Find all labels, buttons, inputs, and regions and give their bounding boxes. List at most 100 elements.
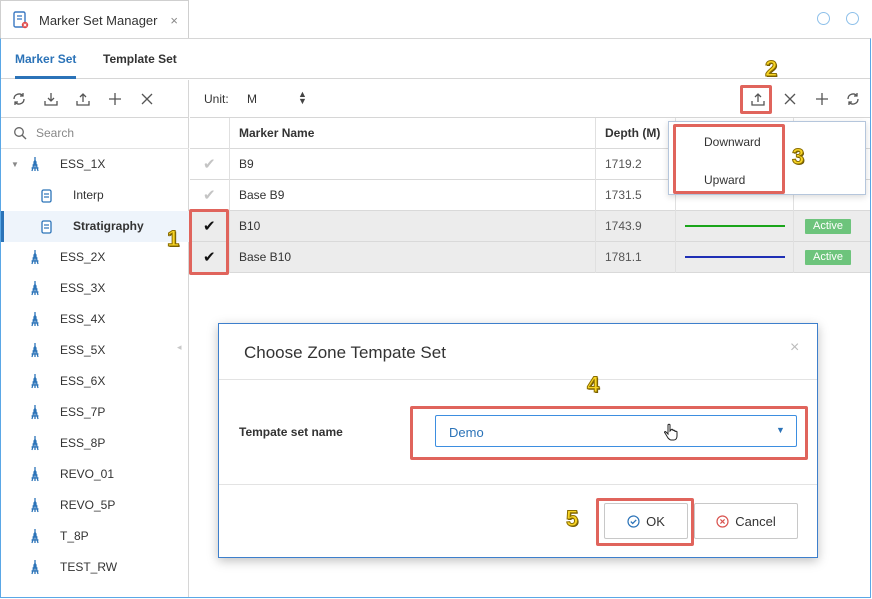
- marker-name-cell: B9: [230, 149, 596, 180]
- left-toolbar: [1, 80, 189, 118]
- tree-item[interactable]: ESS_7P: [1, 397, 189, 428]
- depth-cell: 1743.9: [596, 211, 676, 242]
- tree-item[interactable]: ESS_5X: [1, 335, 189, 366]
- well-icon: [29, 435, 41, 451]
- depth-cell: 1731.5: [596, 180, 676, 211]
- tree-item-label: Interp: [73, 188, 104, 202]
- status-badge: Active: [805, 219, 851, 234]
- depth-cell: 1719.2: [596, 149, 676, 180]
- col-depth-header[interactable]: Depth (M): [596, 118, 676, 149]
- callout-4: 4: [586, 372, 600, 398]
- add-icon[interactable]: [107, 91, 123, 107]
- marker-set-icon: [13, 11, 29, 29]
- collapse-handle-icon[interactable]: ◂: [177, 342, 182, 353]
- well-icon: [29, 466, 41, 482]
- close-tab-icon[interactable]: ×: [170, 13, 178, 28]
- well-icon: [29, 404, 41, 420]
- annotation-box-ok: [596, 498, 694, 546]
- refresh-icon[interactable]: [11, 91, 27, 107]
- tree-item[interactable]: Stratigraphy: [1, 211, 189, 242]
- annotation-box-checkboxes: [189, 209, 229, 275]
- delete-marker-icon[interactable]: [782, 91, 798, 107]
- window-title: Marker Set Manager: [39, 12, 158, 28]
- divider: [219, 379, 817, 380]
- well-tree-pane: Search ▼ ESS_1X Interp Stratigraphy ESS_2X ES…: [1, 80, 189, 597]
- add-marker-icon[interactable]: [814, 91, 830, 107]
- search-icon: [13, 126, 27, 140]
- search-input[interactable]: Search: [36, 126, 74, 140]
- cancel-button[interactable]: Cancel: [694, 503, 798, 539]
- refresh-marker-icon[interactable]: [845, 91, 861, 107]
- well-icon: [29, 373, 41, 389]
- tree-item[interactable]: ESS_8P: [1, 428, 189, 459]
- restore-icon[interactable]: [817, 12, 830, 25]
- col-check-header: [190, 118, 230, 149]
- dialog-close-icon[interactable]: ×: [790, 339, 799, 357]
- tree-item-label: REVO_01: [60, 467, 115, 481]
- tree-item[interactable]: ▼ ESS_1X: [1, 149, 189, 180]
- template-set-label: Tempate set name: [239, 425, 343, 439]
- annotation-box-menu: [673, 124, 785, 194]
- line-color-cell[interactable]: [676, 242, 794, 273]
- tree-item[interactable]: ESS_3X: [1, 273, 189, 304]
- callout-1: 1: [166, 226, 180, 252]
- tree-item-label: TEST_RW: [60, 560, 118, 574]
- tree-item[interactable]: ESS_6X: [1, 366, 189, 397]
- well-icon: [29, 528, 41, 544]
- import-icon[interactable]: [43, 91, 59, 107]
- cancel-x-icon: [716, 514, 729, 528]
- annotation-box-export: [740, 85, 772, 114]
- tree-item-label: ESS_3X: [60, 281, 106, 295]
- tree-item-label: ESS_1X: [60, 157, 106, 171]
- marker-name-cell: B10: [230, 211, 596, 242]
- spinner-icon[interactable]: ▲ ▼: [298, 90, 307, 106]
- cancel-label: Cancel: [735, 513, 776, 529]
- well-icon: [29, 156, 41, 172]
- status-cell: Active: [794, 242, 870, 273]
- table-row[interactable]: ✔ Base B10 1781.1 Active: [190, 242, 870, 273]
- unit-select[interactable]: M: [247, 92, 257, 106]
- status-cell: Active: [794, 211, 870, 242]
- close-window-icon[interactable]: [846, 12, 859, 25]
- marker-name-cell: Base B9: [230, 180, 596, 211]
- well-icon: [29, 559, 41, 575]
- tree-item[interactable]: ESS_2X: [1, 242, 189, 273]
- expand-caret-icon[interactable]: ▼: [11, 149, 19, 180]
- col-name-header[interactable]: Marker Name: [230, 118, 596, 149]
- unit-label: Unit:: [204, 92, 229, 106]
- tree-item-label: Stratigraphy: [73, 219, 144, 233]
- tree-item-label: ESS_8P: [60, 436, 106, 450]
- tree-item[interactable]: Interp: [1, 180, 189, 211]
- delete-icon[interactable]: [139, 91, 155, 107]
- tree-item-label: ESS_5X: [60, 343, 106, 357]
- line-color-swatch: [685, 225, 785, 227]
- search-box[interactable]: Search: [1, 118, 189, 149]
- status-badge: Active: [805, 250, 851, 265]
- tab-marker-set[interactable]: Marker Set: [15, 39, 77, 79]
- line-color-cell[interactable]: [676, 211, 794, 242]
- line-color-swatch: [685, 256, 785, 258]
- export-icon[interactable]: [75, 91, 91, 107]
- tree-item[interactable]: REVO_5P: [1, 490, 189, 521]
- well-icon: [29, 249, 41, 265]
- tree-item[interactable]: TEST_RW: [1, 552, 189, 583]
- callout-2: 2: [764, 56, 778, 82]
- tree-item-label: ESS_7P: [60, 405, 106, 419]
- table-row[interactable]: ✔ B10 1743.9 Active: [190, 211, 870, 242]
- marker-name-cell: Base B10: [230, 242, 596, 273]
- window-tab[interactable]: Marker Set Manager ×: [0, 0, 189, 39]
- callout-5: 5: [565, 506, 579, 532]
- well-icon: [29, 497, 41, 513]
- well-icon: [29, 342, 41, 358]
- row-checkbox[interactable]: ✔: [190, 180, 230, 211]
- tree-item[interactable]: REVO_01: [1, 459, 189, 490]
- annotation-box-select: [410, 406, 808, 460]
- well-icon: [29, 311, 41, 327]
- tree-item-label: REVO_5P: [60, 498, 116, 512]
- tree-item[interactable]: ESS_4X: [1, 304, 189, 335]
- tree-item[interactable]: T_8P: [1, 521, 189, 552]
- divider: [219, 484, 817, 485]
- row-checkbox[interactable]: ✔: [190, 149, 230, 180]
- tree-item-label: T_8P: [60, 529, 89, 543]
- tab-template-set[interactable]: Template Set: [103, 39, 177, 79]
